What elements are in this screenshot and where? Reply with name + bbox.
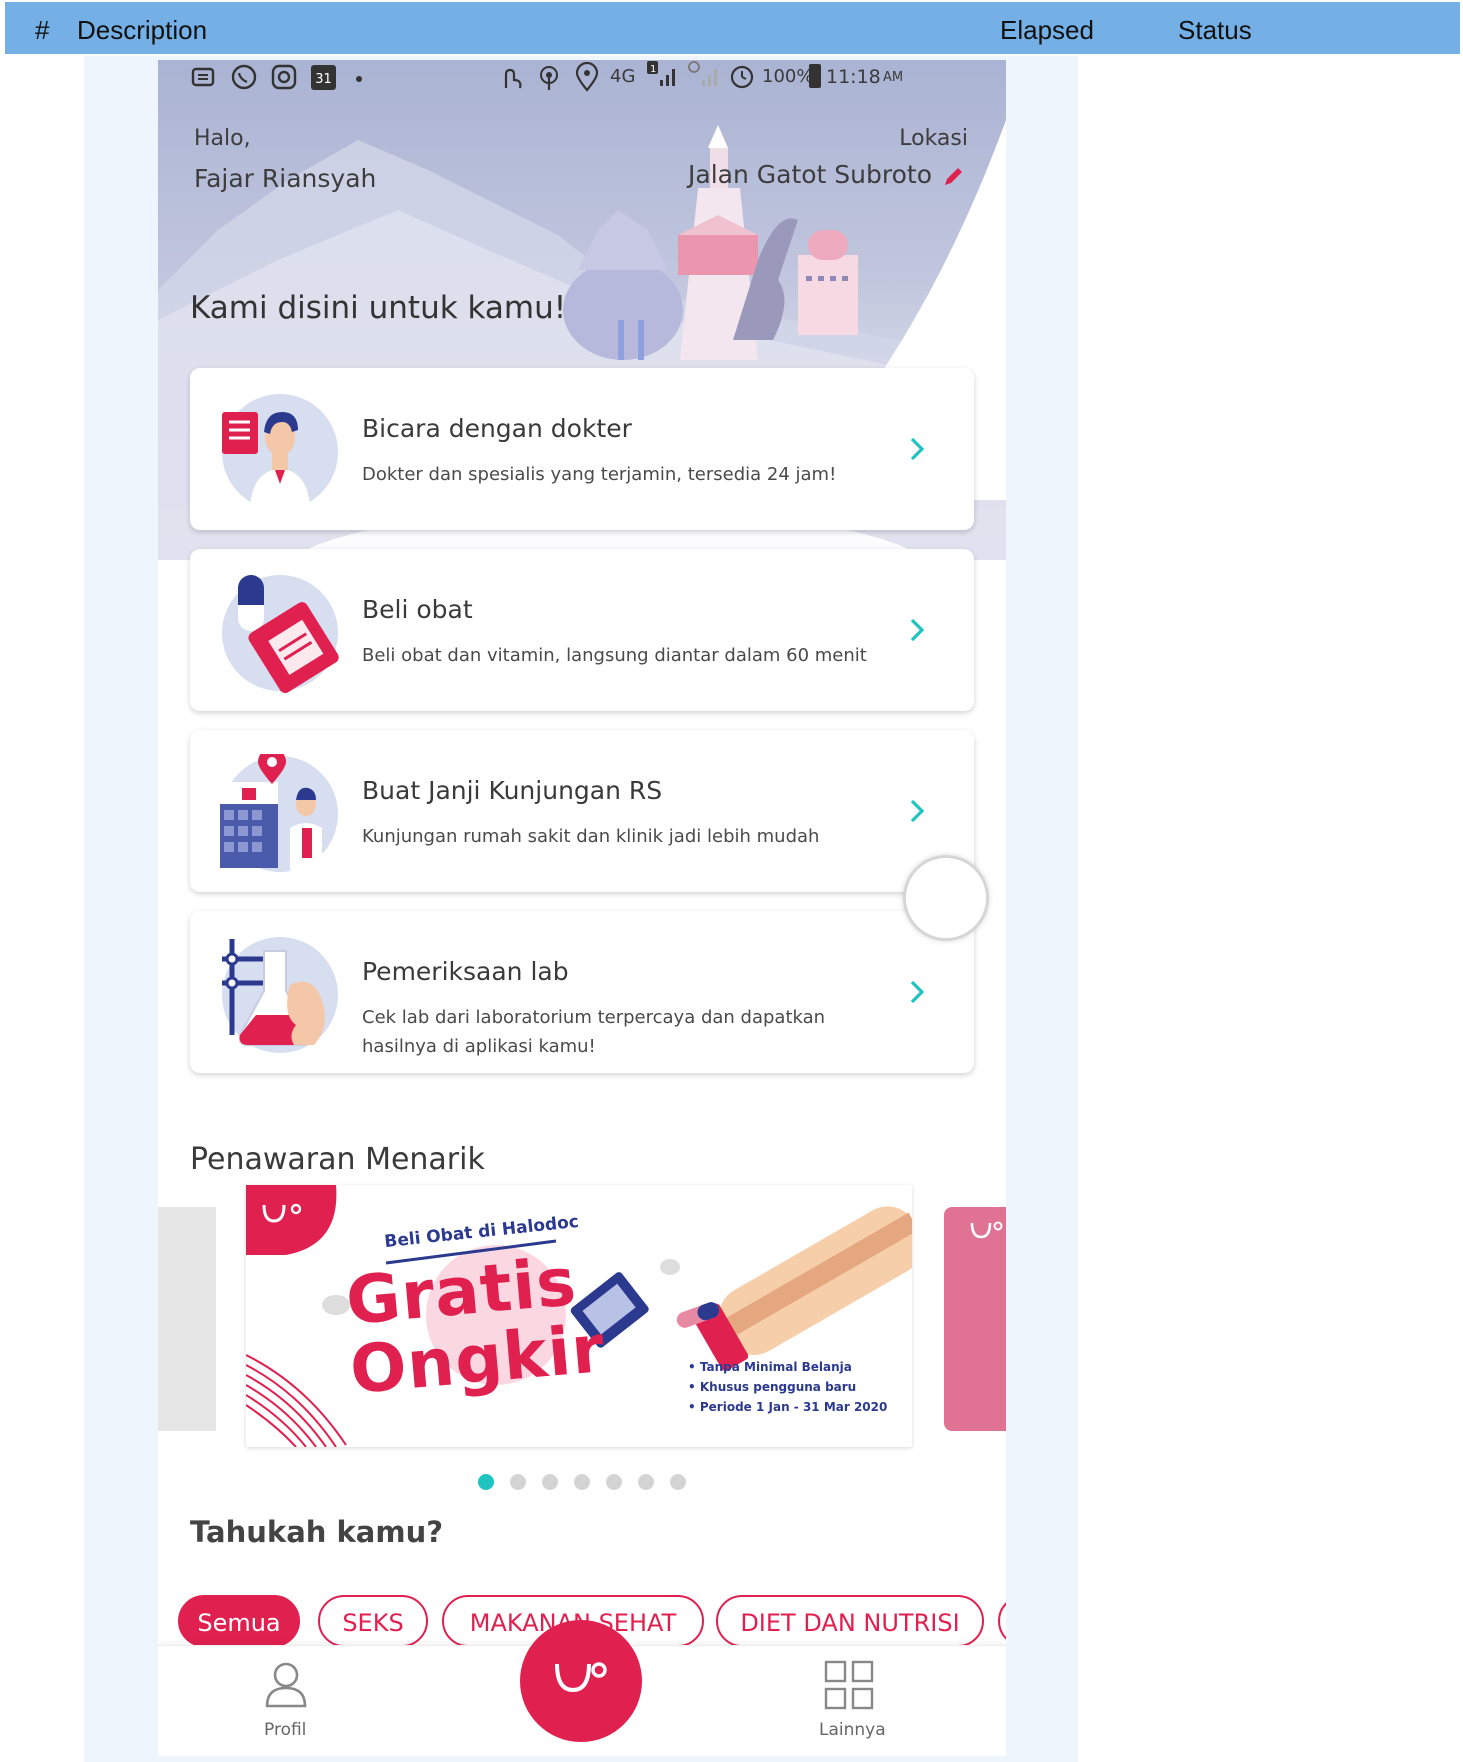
banner-bullet-text: Periode 1 Jan - 31 Mar 2020	[699, 1400, 888, 1414]
network-type: 4G	[610, 66, 636, 87]
signal-sim1-icon: 1	[647, 61, 675, 86]
carousel-dot-active[interactable]	[478, 1474, 494, 1490]
touch-icon	[504, 68, 522, 89]
chevron-right-icon	[910, 618, 925, 642]
chevron-right-icon	[910, 799, 925, 823]
stethoscope-icon	[555, 1662, 607, 1693]
column-number: #	[35, 15, 50, 45]
profile-icon[interactable]	[264, 1660, 308, 1710]
medicine-icon	[222, 575, 339, 693]
banner-bullet: • Periode 1 Jan - 31 Mar 2020	[688, 1400, 888, 1414]
service-title: Bicara dengan dokter	[362, 414, 632, 443]
calendar-day: 31	[315, 72, 332, 87]
service-card-medicine[interactable]: Beli obat Beli obat dan vitamin, langsun…	[190, 549, 974, 711]
clock-ampm: AM	[883, 70, 904, 85]
user-name: Fajar Riansyah	[194, 164, 377, 193]
column-status: Status	[1178, 15, 1252, 45]
articles-section-title: Tahukah kamu?	[190, 1515, 444, 1549]
banner-bullets: • Tanpa Minimal Belanja • Khusus penggun…	[688, 1357, 887, 1417]
service-title: Pemeriksaan lab	[362, 957, 569, 986]
doctor-icon	[222, 394, 338, 512]
banner-bullet: • Khusus pengguna baru	[688, 1380, 857, 1394]
touch-indicator	[903, 855, 989, 941]
signal-sim2-icon	[688, 61, 717, 86]
grid-menu-icon[interactable]	[824, 1660, 874, 1710]
carousel-dot[interactable]	[542, 1474, 558, 1490]
halodoc-home-button[interactable]	[520, 1620, 642, 1742]
column-elapsed: Elapsed	[1000, 15, 1094, 45]
column-description: Description	[77, 15, 208, 45]
table-header: # Description Elapsed Status	[5, 2, 1460, 54]
location-value[interactable]: Jalan Gatot Subroto	[688, 160, 932, 189]
carousel-dot[interactable]	[638, 1474, 654, 1490]
lab-flask-icon	[222, 937, 338, 1053]
location-label: Lokasi	[899, 126, 968, 151]
edit-pencil-icon[interactable]	[942, 166, 964, 188]
service-card-lab[interactable]: Pemeriksaan lab Cek lab dari laboratoriu…	[190, 911, 974, 1073]
service-title: Buat Janji Kunjungan RS	[362, 776, 663, 805]
battery-icon	[809, 64, 821, 88]
clock-time: 11:18	[826, 66, 881, 88]
more-notifications-dot	[356, 76, 362, 82]
chip-next[interactable]	[998, 1595, 1006, 1647]
halodoc-logo-icon	[970, 1221, 1003, 1239]
carousel-dot[interactable]	[606, 1474, 622, 1490]
tagline: Kami disini untuk kamu!	[190, 290, 567, 326]
svg-text:1: 1	[650, 64, 656, 75]
service-subtitle: Beli obat dan vitamin, langsung diantar …	[362, 645, 867, 666]
promo-banner-previous[interactable]	[158, 1207, 216, 1431]
location-pin-icon	[575, 62, 599, 92]
service-subtitle: Dokter dan spesialis yang terjamin, ters…	[362, 464, 837, 485]
service-subtitle: Kunjungan rumah sakit dan klinik jadi le…	[362, 826, 820, 847]
chevron-right-icon	[910, 437, 925, 461]
whatsapp-icon	[231, 64, 257, 90]
battery-percent: 100%	[762, 66, 814, 87]
banner-bullet-text: Tanpa Minimal Belanja	[699, 1360, 852, 1374]
carousel-dot[interactable]	[510, 1474, 526, 1490]
instagram-icon	[271, 64, 297, 90]
promo-banner-next[interactable]	[944, 1207, 1006, 1431]
nav-profile-label[interactable]: Profil	[264, 1720, 306, 1740]
banner-bullet-text: Khusus pengguna baru	[699, 1380, 857, 1394]
status-bar: 31 4G 1 100% 11:18 AM	[158, 60, 1006, 110]
chip-seks[interactable]: SEKS	[318, 1595, 428, 1647]
nav-more-label[interactable]: Lainnya	[819, 1720, 886, 1740]
promo-section-title: Penawaran Menarik	[190, 1142, 485, 1177]
chip-semua[interactable]: Semua	[178, 1595, 300, 1647]
chip-diet-dan-nutrisi[interactable]: DIET DAN NUTRISI	[716, 1595, 984, 1647]
hotspot-icon	[540, 66, 558, 90]
service-card-doctor[interactable]: Bicara dengan dokter Dokter dan spesiali…	[190, 368, 974, 530]
banner-bullet: • Tanpa Minimal Belanja	[688, 1360, 852, 1374]
service-subtitle: Cek lab dari laboratorium terpercaya dan…	[362, 1007, 826, 1057]
carousel-dot[interactable]	[670, 1474, 686, 1490]
promo-banner[interactable]: Beli Obat di Halodoc Gratis Ongkir • Tan…	[246, 1185, 912, 1447]
service-card-hospital[interactable]: Buat Janji Kunjungan RS Kunjungan rumah …	[190, 730, 974, 892]
service-title: Beli obat	[362, 595, 473, 624]
greeting: Halo,	[194, 126, 251, 151]
alarm-icon	[730, 65, 754, 89]
chevron-right-icon	[910, 980, 925, 1004]
calendar-icon: 31	[311, 65, 336, 90]
carousel-dot[interactable]	[574, 1474, 590, 1490]
hospital-icon	[220, 754, 338, 872]
message-icon	[191, 67, 215, 87]
phone-screen: 31 4G 1 100% 11:18 AM Halo, Fajar Riansy…	[158, 60, 1006, 1756]
